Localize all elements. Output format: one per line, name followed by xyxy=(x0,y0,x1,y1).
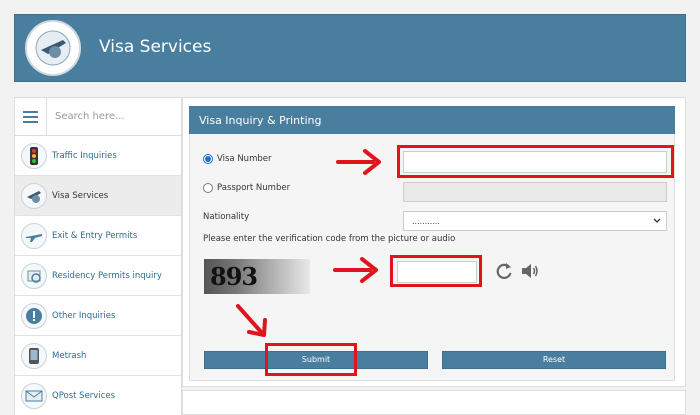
sidebar-item-label: Exit & Entry Permits xyxy=(52,230,138,241)
sidebar: Traffic Inquiries Visa Services Exit & E… xyxy=(14,97,182,415)
footer-strip xyxy=(182,390,686,415)
arrow-right-icon xyxy=(336,149,381,175)
nationality-value: ........... xyxy=(412,216,440,226)
sidebar-item-label: Residency Permits inquiry xyxy=(52,270,162,281)
hamburger-menu-icon[interactable] xyxy=(15,98,47,136)
search-input[interactable] xyxy=(47,98,181,135)
passport-number-input[interactable] xyxy=(403,182,667,202)
visa-icon xyxy=(21,182,47,209)
visa-logo-icon xyxy=(25,20,81,76)
captcha-text: 893 xyxy=(210,262,258,291)
sidebar-item-visa-services[interactable]: Visa Services xyxy=(15,176,181,216)
passport-number-option[interactable]: Passport Number xyxy=(203,183,290,193)
sidebar-item-residency-permits[interactable]: Residency Permits inquiry xyxy=(15,256,181,296)
audio-icon[interactable] xyxy=(520,262,540,280)
sidebar-item-label: Traffic Inquiries xyxy=(52,150,117,161)
sidebar-item-label: QPost Services xyxy=(52,390,116,401)
arrow-down-right-icon xyxy=(236,304,267,337)
phone-icon xyxy=(21,342,47,369)
info-icon xyxy=(21,302,47,329)
sidebar-top xyxy=(15,98,181,136)
captcha-image: 893 xyxy=(204,259,310,294)
sidebar-item-exit-entry-permits[interactable]: Exit & Entry Permits xyxy=(15,216,181,256)
sidebar-item-traffic-inquiries[interactable]: Traffic Inquiries xyxy=(15,136,181,176)
chevron-down-icon xyxy=(653,218,661,223)
post-icon xyxy=(21,382,47,409)
residency-icon xyxy=(21,262,47,289)
refresh-icon[interactable] xyxy=(494,261,514,281)
airplane-icon xyxy=(21,222,47,249)
sidebar-item-qpost-services[interactable]: QPost Services xyxy=(15,376,181,415)
app-header: Visa Services xyxy=(14,14,686,82)
sidebar-item-label: Metrash xyxy=(52,350,87,361)
nationality-select[interactable]: ........... xyxy=(403,211,667,231)
captcha-input-highlight xyxy=(390,255,482,287)
nationality-label: Nationality xyxy=(203,212,250,222)
visa-number-label: Visa Number xyxy=(217,154,272,164)
submit-button-highlight xyxy=(265,343,357,376)
reset-button[interactable]: Reset xyxy=(442,351,666,369)
visa-number-radio[interactable] xyxy=(203,154,213,164)
passport-number-label: Passport Number xyxy=(217,183,291,193)
visa-number-highlight xyxy=(397,145,674,178)
visa-number-option[interactable]: Visa Number xyxy=(203,154,271,164)
form-title: Visa Inquiry & Printing xyxy=(189,106,675,134)
sidebar-item-label: Visa Services xyxy=(52,190,109,201)
captcha-hint: Please enter the verification code from … xyxy=(203,234,456,244)
passport-number-radio[interactable] xyxy=(203,183,213,193)
sidebar-item-label: Other Inquiries xyxy=(52,310,116,321)
page-title: Visa Services xyxy=(99,37,212,57)
arrow-right-icon xyxy=(333,257,378,283)
traffic-light-icon xyxy=(21,142,47,169)
sidebar-item-metrash[interactable]: Metrash xyxy=(15,336,181,376)
sidebar-item-other-inquiries[interactable]: Other Inquiries xyxy=(15,296,181,336)
